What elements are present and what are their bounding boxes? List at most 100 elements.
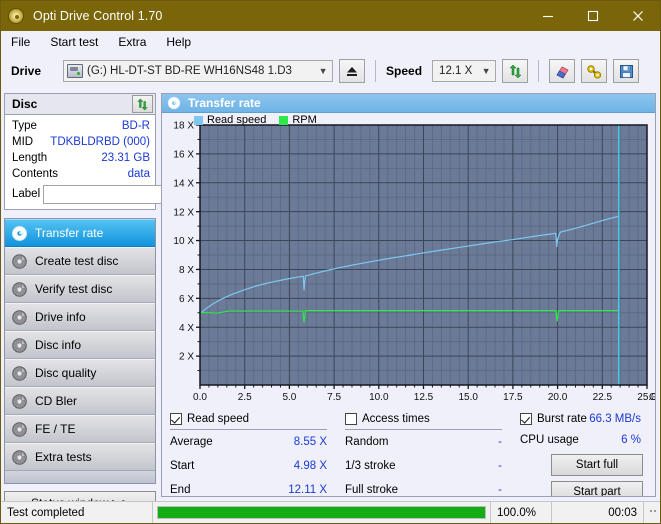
disc-icon [11, 365, 28, 382]
sidebar-nav-filler [5, 471, 155, 483]
disc-icon [11, 337, 28, 354]
sidebar-nav: Transfer rate Create test disc Verify te… [4, 218, 156, 484]
y-tick-label: 16 X [173, 149, 194, 160]
x-tick-label: 22.5 [593, 392, 613, 403]
disc-icon [11, 449, 28, 466]
disc-info-rows: Type BD-R MID TDKBLDRBD (000) Length 23.… [5, 115, 155, 209]
refresh-icon [136, 98, 149, 111]
menu-item-start-test[interactable]: Start test [48, 33, 107, 51]
sidebar-item-disc-info[interactable]: Disc info [5, 331, 155, 359]
x-tick-label: 20.0 [548, 392, 568, 403]
sidebar-item-fe-te[interactable]: FE / TE [5, 415, 155, 443]
burst-rate-checkbox-row[interactable]: Burst rate 66.3 MB/s [520, 410, 647, 427]
burst-rate-checkbox-label: Burst rate [537, 413, 587, 425]
save-button[interactable] [613, 59, 639, 83]
stat-value: - [398, 484, 520, 496]
menu-item-extra[interactable]: Extra [116, 33, 155, 51]
disc-row-value: data [58, 168, 150, 180]
stat-key: Full stroke [345, 484, 398, 496]
stat-row-third-stroke: 1/3 stroke - [345, 454, 520, 478]
read-speed-checkbox-row[interactable]: Read speed [170, 410, 345, 427]
chart-legend: Read speed RPM [194, 114, 317, 126]
start-part-button[interactable]: Start part [551, 481, 643, 497]
disc-row-key: Type [12, 120, 37, 132]
y-tick-label: 14 X [173, 178, 194, 189]
x-tick-label: 0.0 [193, 392, 207, 403]
stat-row-start: Start 4.98 X [170, 454, 345, 478]
disc-row-length: Length 23.31 GB [12, 150, 150, 166]
toolbar-separator-1 [375, 60, 376, 82]
tools-button[interactable] [581, 59, 607, 83]
access-times-stats: Access times Random - 1/3 stroke - Full [345, 410, 520, 497]
sidebar-item-extra-tests[interactable]: Extra tests [5, 443, 155, 471]
speed-select[interactable]: 12.1 X ▼ [432, 60, 496, 82]
stat-key: End [170, 484, 190, 496]
menu-item-help[interactable]: Help [164, 33, 200, 51]
y-tick-label: 12 X [173, 207, 194, 218]
legend-label-rpm: RPM [292, 114, 316, 126]
sidebar-item-verify-test-disc[interactable]: Verify test disc [5, 275, 155, 303]
maximize-icon[interactable] [570, 1, 615, 31]
panel-title: Transfer rate [188, 96, 261, 110]
read-speed-checkbox[interactable] [170, 413, 182, 425]
stat-key: Start [170, 460, 194, 472]
x-tick-label: 17.5 [503, 392, 523, 403]
transfer-rate-panel: Transfer rate Read speed RPM 2 X4 X6 X8 … [161, 93, 656, 497]
disc-row-mid: MID TDKBLDRBD (000) [12, 134, 150, 150]
sidebar-item-create-test-disc[interactable]: Create test disc [5, 247, 155, 275]
disc-icon [11, 309, 28, 326]
legend-swatch-rpm [279, 116, 288, 125]
sidebar-item-disc-quality[interactable]: Disc quality [5, 359, 155, 387]
stat-key: Random [345, 436, 388, 448]
eject-button[interactable] [339, 59, 365, 83]
y-tick-label: 6 X [179, 294, 194, 305]
y-tick-label: 18 X [173, 121, 194, 132]
x-tick-label: 15.0 [458, 392, 478, 403]
status-bar: Test completed 100.0% 00:03 [1, 501, 660, 523]
stat-row-full-stroke: Full stroke - [345, 478, 520, 497]
sidebar-item-label: Create test disc [35, 254, 118, 268]
x-tick-label: 12.5 [414, 392, 434, 403]
x-tick-label: 7.5 [327, 392, 341, 403]
close-icon[interactable] [615, 1, 660, 31]
menu-item-file[interactable]: File [9, 33, 39, 51]
access-times-checkbox-row[interactable]: Access times [345, 410, 520, 427]
progress-bar-cell [153, 502, 490, 524]
resize-grip-icon[interactable] [644, 509, 660, 516]
elapsed-time: 00:03 [552, 502, 644, 524]
burst-rate-value: 66.3 MB/s [589, 413, 647, 425]
start-full-button[interactable]: Start full [551, 454, 643, 476]
speed-label: Speed [386, 64, 422, 78]
main-body: Disc Type BD-R MID [1, 89, 660, 497]
legend-label-read-speed: Read speed [207, 114, 266, 126]
y-tick-label: 8 X [179, 265, 194, 276]
panel-header: Transfer rate [162, 94, 655, 113]
sidebar-item-drive-info[interactable]: Drive info [5, 303, 155, 331]
sidebar-item-transfer-rate[interactable]: Transfer rate [5, 219, 155, 247]
minimize-icon[interactable] [525, 1, 570, 31]
disc-panel: Disc Type BD-R MID [4, 93, 156, 210]
progress-bar [157, 506, 486, 519]
tools-icon [586, 64, 603, 79]
disc-refresh-button[interactable] [132, 95, 153, 113]
sidebar-item-cd-bler[interactable]: CD Bler [5, 387, 155, 415]
access-times-checkbox[interactable] [345, 413, 357, 425]
disc-row-key: MID [12, 136, 33, 148]
speed-select-value: 12.1 X [439, 65, 479, 77]
disc-row-value: BD-R [37, 120, 150, 132]
legend-swatch-read-speed [194, 116, 203, 125]
y-tick-label: 2 X [179, 352, 194, 363]
toolbar: Drive (G:) HL-DT-ST BD-RE WH16NS48 1.D3 … [1, 53, 660, 89]
refresh-button[interactable] [502, 59, 528, 83]
drive-select[interactable]: (G:) HL-DT-ST BD-RE WH16NS48 1.D3 ▼ [63, 60, 333, 82]
disc-label-key: Label [12, 188, 40, 200]
burst-rate-stats: Burst rate 66.3 MB/s CPU usage 6 % Start… [520, 410, 647, 497]
erase-button[interactable] [549, 59, 575, 83]
drive-select-value: (G:) HL-DT-ST BD-RE WH16NS48 1.D3 [87, 65, 316, 77]
chart-svg[interactable]: 2 X4 X6 X8 X10 X12 X14 X16 X18 X0.02.55.… [162, 113, 656, 410]
toolbar-separator-2 [538, 60, 539, 82]
read-speed-checkbox-label: Read speed [187, 413, 249, 425]
stat-value: 6 % [579, 434, 647, 446]
burst-rate-checkbox[interactable] [520, 413, 532, 425]
window-title: Opti Drive Control 1.70 [33, 9, 162, 23]
